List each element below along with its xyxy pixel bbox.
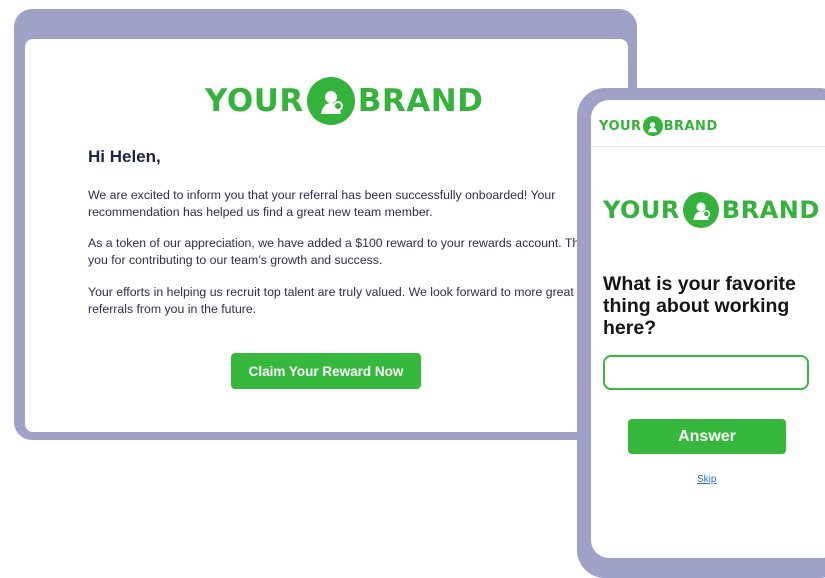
answer-input[interactable] [603,355,809,390]
phone-header: YOUR BRAND [591,100,825,147]
survey-question: What is your favorite thing about workin… [603,273,796,339]
brand-logo-right: BRAND [721,196,820,224]
brand-mascot-icon [306,77,355,125]
email-body: YOUR BRAND Hi Helen, We are excited to i… [25,39,628,432]
email-greeting: Hi Helen, [88,147,161,166]
skip-link[interactable]: Skip [697,474,716,485]
email-paragraph: Your efforts in helping us recruit top t… [88,285,574,316]
brand-mascot-icon [642,116,663,136]
claim-reward-button[interactable]: Claim Your Reward Now [231,353,421,389]
desktop-email-frame: YOUR BRAND Hi Helen, We are excited to i… [14,9,637,440]
email-paragraph: We are excited to inform you that your r… [88,188,556,219]
brand-mascot-icon [682,192,719,228]
brand-logo-left: YOUR [603,196,680,224]
phone-screen: YOUR BRAND YOUR BRAND What is your favor… [591,100,825,558]
email-paragraph: As a token of our appreciation, we have … [88,236,600,267]
phone-frame: YOUR BRAND YOUR BRAND What is your favor… [577,88,825,578]
phone-brand-logo: YOUR BRAND [603,192,820,228]
answer-button[interactable]: Answer [628,419,786,454]
brand-logo-left: YOUR [205,83,304,119]
phone-header-logo: YOUR BRAND [599,116,718,136]
brand-logo-right: BRAND [663,118,718,134]
brand-logo: YOUR BRAND [205,77,483,125]
brand-logo-right: BRAND [357,83,484,119]
brand-logo-left: YOUR [599,118,642,134]
